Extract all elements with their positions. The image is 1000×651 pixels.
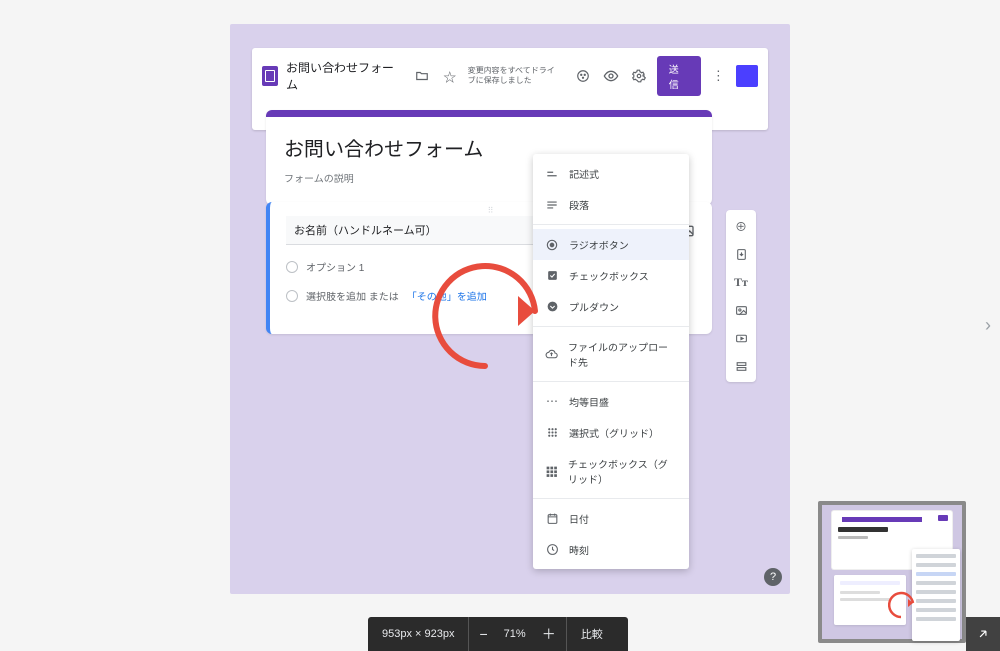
dropdown-icon — [545, 300, 559, 314]
add-title-icon[interactable]: Tᴛ — [731, 272, 751, 292]
star-icon[interactable]: ☆ — [440, 66, 460, 86]
avatar[interactable] — [736, 65, 758, 87]
add-image-icon[interactable] — [731, 300, 751, 320]
checkbox-icon — [545, 269, 559, 283]
radio-icon — [286, 290, 298, 302]
zoom-in-button[interactable]: ＋ — [532, 624, 566, 644]
type-checkbox[interactable]: チェックボックス — [533, 260, 689, 291]
more-icon[interactable]: ⋮ — [709, 66, 729, 86]
type-dropdown[interactable]: プルダウン — [533, 291, 689, 322]
add-other-link[interactable]: 「その他」を追加 — [407, 288, 487, 303]
send-button[interactable]: 送信 — [657, 56, 701, 96]
clock-icon — [545, 543, 559, 557]
dimensions-readout: 953px × 923px — [368, 617, 468, 651]
add-question-icon[interactable]: ⊕ — [731, 216, 751, 236]
help-icon[interactable]: ? — [764, 568, 782, 586]
paragraph-icon — [545, 198, 559, 212]
type-radio-grid[interactable]: 選択式（グリッド） — [533, 417, 689, 448]
add-section-icon[interactable] — [731, 356, 751, 376]
calendar-icon — [545, 512, 559, 526]
expand-corner-button[interactable] — [966, 617, 1000, 651]
type-linear-scale[interactable]: ⋯ 均等目盛 — [533, 386, 689, 417]
type-date[interactable]: 日付 — [533, 503, 689, 534]
type-file-upload[interactable]: ファイルのアップロード先 — [533, 331, 689, 377]
option-1-label[interactable]: オプション 1 — [306, 259, 364, 274]
save-status: 変更内容をすべてドライブに保存しました — [468, 66, 558, 85]
grid-check-icon — [545, 464, 558, 478]
type-short-answer[interactable]: 記述式 — [533, 158, 689, 189]
short-text-icon — [545, 167, 559, 181]
question-type-menu: 記述式 段落 ラジオボタン チェックボックス プルダウン — [533, 154, 689, 569]
radio-icon — [286, 261, 298, 273]
scale-icon: ⋯ — [545, 395, 559, 409]
add-option-text[interactable]: 選択肢を追加 または — [306, 288, 399, 303]
forms-logo-icon — [262, 66, 278, 86]
gear-icon[interactable] — [629, 66, 649, 86]
minimap-arrow-icon — [888, 591, 916, 619]
folder-icon[interactable] — [412, 66, 432, 86]
type-radio[interactable]: ラジオボタン — [533, 229, 689, 260]
add-video-icon[interactable] — [731, 328, 751, 348]
type-time[interactable]: 時刻 — [533, 534, 689, 565]
radio-button-icon — [545, 238, 559, 252]
doc-title[interactable]: お問い合わせフォーム — [286, 59, 404, 93]
editor-canvas: お問い合わせフォーム ☆ 変更内容をすべてドライブに保存しました 送信 ⋮ 質問… — [230, 24, 790, 594]
viewer-bottom-bar: 953px × 923px − 71% ＋ 比較 — [368, 617, 628, 651]
zoom-out-button[interactable]: − — [469, 626, 497, 642]
preview-icon[interactable] — [601, 66, 621, 86]
palette-icon[interactable] — [574, 66, 594, 86]
import-icon[interactable] — [731, 244, 751, 264]
drag-handle-icon[interactable]: ⠿ — [488, 206, 495, 215]
grid-icon — [545, 426, 559, 440]
forms-topbar: お問い合わせフォーム ☆ 変更内容をすべてドライブに保存しました 送信 ⋮ — [252, 48, 768, 96]
zoom-level: 71% — [498, 617, 532, 651]
minimap[interactable] — [818, 501, 966, 643]
upload-icon — [545, 347, 558, 361]
type-checkbox-grid[interactable]: チェックボックス（グリッド） — [533, 448, 689, 494]
compare-button[interactable]: 比較 — [567, 617, 617, 651]
next-page-chevron-icon[interactable]: › — [976, 306, 1000, 346]
side-toolbar: ⊕ Tᴛ — [726, 210, 756, 382]
type-paragraph[interactable]: 段落 — [533, 189, 689, 220]
